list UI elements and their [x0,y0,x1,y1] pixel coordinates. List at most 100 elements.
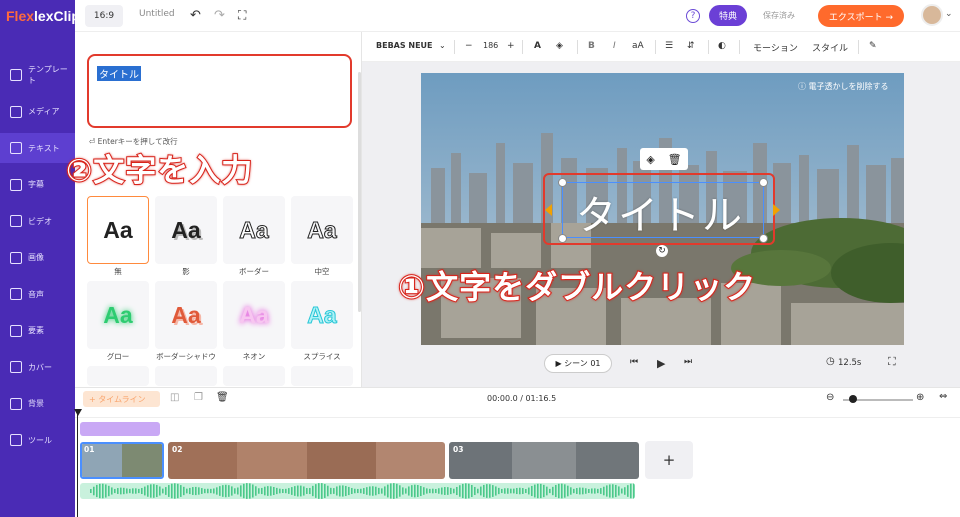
text-style-tile[interactable]: Aa [291,196,353,264]
style-sample: Aa [307,216,337,243]
sidebar-item-background[interactable]: 背景 [0,389,75,419]
align-icon[interactable]: ☰ [665,41,673,51]
stretch-right-handle[interactable] [773,204,780,216]
playhead-handle[interactable] [74,409,82,416]
sidebar-item-label: 要素 [28,326,44,335]
help-icon[interactable]: ? [686,9,700,23]
spacing-icon[interactable]: ⇵ [687,41,695,51]
skip-forward-icon[interactable]: ⏭ [684,357,692,367]
export-button[interactable]: エクスポート → [818,5,904,27]
text-style-label: 中空 [314,267,330,276]
scene-selector[interactable]: ▶ シーン 01 [544,354,612,373]
text-style-tile[interactable]: Aa [155,196,217,264]
scene-duration[interactable]: 12.5s [838,358,861,368]
canvas-title-text[interactable]: タイトル [576,183,744,241]
duplicate-icon[interactable]: ❐ [194,392,203,403]
aspect-ratio-button[interactable]: 16:9 [85,5,123,27]
sidebar-item-video[interactable]: ビデオ [0,206,75,236]
timeline-button[interactable]: + タイムライン [83,391,160,407]
sidebar-item-subtitle[interactable]: 字幕 [0,170,75,200]
zoom-in-icon[interactable]: ⊕ [916,392,924,403]
resize-handle[interactable] [558,234,567,243]
add-clip-button[interactable]: + [645,441,693,479]
clip-02[interactable] [168,442,445,479]
clip-number: 03 [453,445,464,454]
resize-handle[interactable] [759,234,768,243]
decrease-size-button[interactable]: − [465,41,473,51]
resize-handle[interactable] [759,178,768,187]
stretch-left-handle[interactable] [545,204,552,216]
sidebar-item-template[interactable]: テンプレート [0,60,75,90]
timeline-ruler[interactable] [75,410,960,418]
resize-handle[interactable] [558,178,567,187]
split-icon[interactable]: ◫ [170,392,179,403]
fullscreen-icon[interactable]: ⛶ [238,8,246,23]
clip-number: 01 [84,445,95,454]
play-icon[interactable]: ▶ [657,357,665,370]
tools-icon [10,434,22,446]
fit-timeline-icon[interactable]: ⇔ [939,391,947,402]
opacity-icon[interactable]: ◐ [718,41,726,51]
special-offer-button[interactable]: 特典 [709,5,747,26]
layers-icon[interactable]: ◈ [646,153,654,166]
text-style-tile[interactable] [155,366,217,386]
undo-icon[interactable]: ↶ [190,8,201,23]
project-title[interactable]: Untitled [139,9,175,19]
sidebar-item-audio[interactable]: 音声 [0,279,75,309]
text-style-tile[interactable]: Aa [223,281,285,349]
audio-waveform [90,483,635,499]
sidebar-item-tools[interactable]: ツール [0,425,75,455]
sidebar-item-image[interactable]: 画像 [0,243,75,273]
text-style-tile[interactable] [223,366,285,386]
text-style-tile[interactable]: Aa [87,196,149,264]
sidebar-item-label: 背景 [28,399,44,408]
text-input-field[interactable]: タイトル [87,54,352,128]
chevron-down-icon[interactable]: ⌄ [945,9,953,19]
bold-icon[interactable]: B [588,41,595,51]
font-select[interactable]: BEBAS NEUE [376,41,433,50]
zoom-slider-knob[interactable] [849,395,857,403]
audio-track[interactable] [80,483,635,499]
text-style-tile[interactable] [87,366,149,386]
motion-button[interactable]: モーション [753,41,798,54]
sidebar-item-media[interactable]: メディア [0,97,75,127]
text-color-icon[interactable]: A [534,41,541,51]
playhead[interactable] [77,410,78,517]
clip-03[interactable] [449,442,639,479]
text-style-tile[interactable]: Aa [87,281,149,349]
remove-watermark-link[interactable]: ⓘ 電子透かしを削除する [798,81,889,92]
trash-icon[interactable]: 🗑 [668,153,682,166]
sidebar-item-cover[interactable]: カバー [0,352,75,382]
highlight-icon[interactable]: ◈ [556,41,563,51]
fullscreen-preview-icon[interactable]: ⛶ [888,355,896,369]
text-style-tile[interactable]: Aa [291,281,353,349]
increase-size-button[interactable]: + [507,41,515,51]
delete-icon[interactable]: 🗑 [216,392,229,403]
text-style-tile[interactable]: Aa [155,281,217,349]
zoom-out-icon[interactable]: ⊖ [826,392,834,403]
sidebar-item-elements[interactable]: 要素 [0,316,75,346]
redo-icon[interactable]: ↷ [214,8,225,23]
sidebar-item-text[interactable]: テキスト [0,133,75,163]
panel-scrollbar[interactable] [358,72,361,312]
italic-icon[interactable]: I [613,41,616,51]
top-bar: 16:9 Untitled ↶ ↷ ⛶ ? 特典 保存済み エクスポート → ⌄ [75,0,960,32]
font-size-field[interactable]: 186 [483,41,498,50]
chevron-down-icon[interactable]: ⌄ [439,41,446,50]
style-button[interactable]: スタイル [812,41,848,54]
edit-pen-icon[interactable]: ✎ [869,41,877,51]
text-style-label: ネオン [242,352,266,361]
rotate-icon[interactable]: ↻ [656,245,668,257]
sidebar-item-label: 画像 [28,253,44,262]
text-layer-track[interactable] [80,422,160,436]
text-style-tile[interactable]: Aa [223,196,285,264]
selected-text[interactable]: タイトル [97,66,141,81]
skip-back-icon[interactable]: ⏮ [630,357,638,367]
style-sample: Aa [171,216,201,243]
avatar[interactable] [921,4,943,26]
text-style-tile[interactable] [291,366,353,386]
divider [739,40,740,54]
flexclip-logo[interactable]: FlexlexClip [6,8,80,24]
case-icon[interactable]: aA [632,41,644,51]
divider [858,40,859,54]
